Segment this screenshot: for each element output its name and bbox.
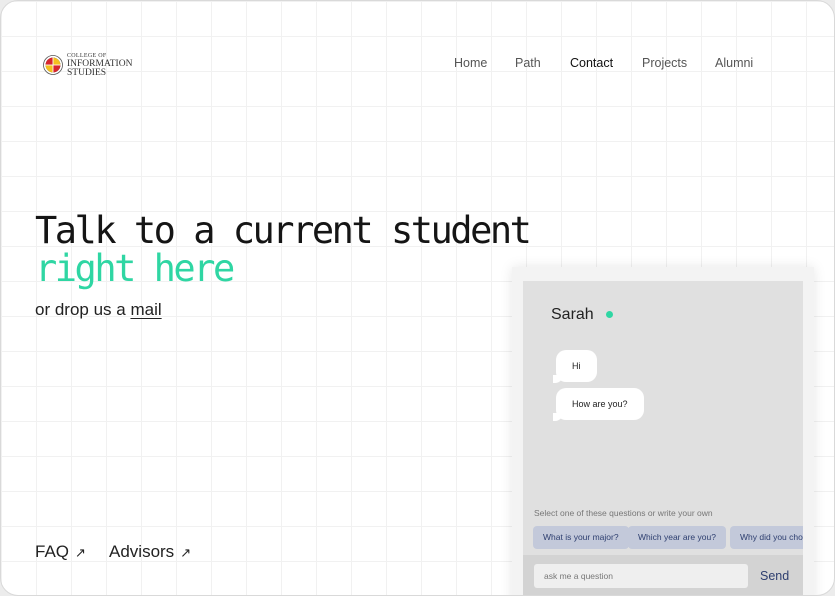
arrow-up-right-icon: ↗ [180,545,192,560]
suggestion-prompt: Select one of these questions or write y… [534,508,713,518]
nav-item-alumni[interactable]: Alumni [715,56,753,70]
suggestion-chip[interactable]: Which year are you? [628,526,726,549]
suggestion-chip[interactable]: Why did you cho [730,526,803,549]
hero-line-1: Talk to a current student [35,209,532,252]
chat-question-input[interactable] [534,564,748,588]
main-nav: Home Path Contact Projects Alumni [1,56,834,72]
nav-item-home[interactable]: Home [454,56,487,70]
online-status-dot [606,311,613,318]
faq-label: FAQ [35,542,70,561]
mail-link[interactable]: mail [130,300,161,319]
hero-subline: or drop us a mail [35,300,162,320]
arrow-up-right-icon: ↗ [75,545,86,560]
nav-item-contact[interactable]: Contact [570,56,613,70]
advisors-label: Advisors [109,542,175,561]
suggestion-chip[interactable]: What is your major? [533,526,629,549]
faq-link[interactable]: FAQ ↗ [35,542,86,562]
chat-message: Hi [553,350,597,383]
chat-widget: Sarah Hi How are you? Select one of thes… [523,281,803,595]
nav-item-path[interactable]: Path [515,56,541,70]
subline-prefix: or drop us a [35,300,131,319]
chat-input-bar: Send [523,555,803,595]
chat-contact-name: Sarah [551,306,594,323]
chat-message: How are you? [553,388,644,421]
nav-item-projects[interactable]: Projects [642,56,687,70]
advisors-link[interactable]: Advisors ↗ [109,542,191,562]
send-button[interactable]: Send [760,569,789,583]
hero-line-2: right here [35,247,235,290]
hero-headline: Talk to a current student right here [35,209,532,290]
suggestion-chips: What is your major? Which year are you? … [533,526,803,550]
page-frame: COLLEGE OF INFORMATION STUDIES Home Path… [0,0,835,596]
